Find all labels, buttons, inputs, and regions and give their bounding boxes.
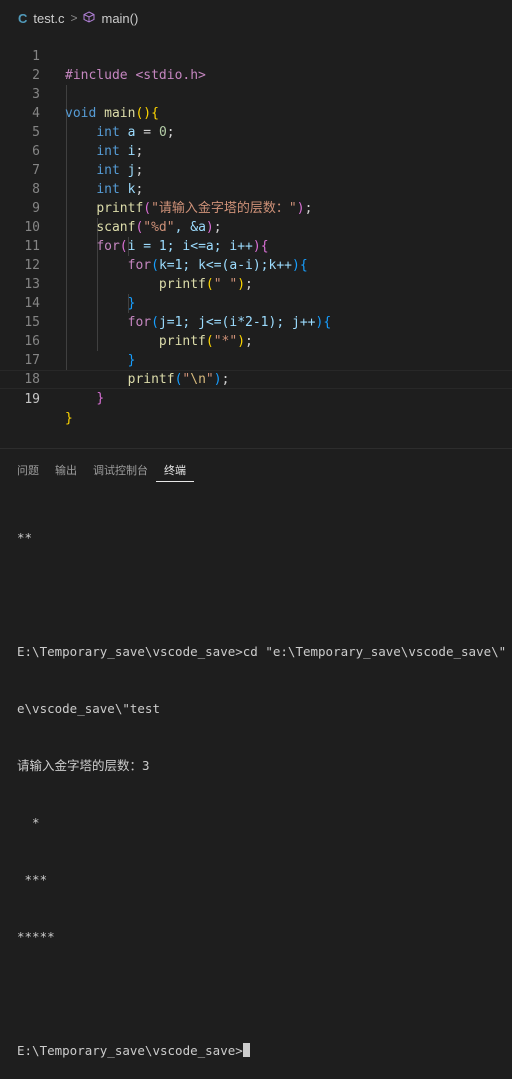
breadcrumb: C test.c > main() [0, 8, 138, 28]
terminal-line: ***** [17, 929, 55, 944]
code-line[interactable]: 10 for(i = 1; i<=a; i++){ [0, 199, 512, 254]
terminal-line: e\vscode_save\"test [17, 701, 160, 716]
code-line[interactable]: 5 int i; [0, 104, 512, 159]
code-line[interactable]: 4 int a = 0; [0, 85, 512, 140]
code-editor[interactable]: 1 #include <stdio.h> 2 3 void main(){ 4 … [0, 28, 512, 426]
c-file-icon: C [18, 10, 28, 26]
terminal-line: E:\Temporary_save\vscode_save>cd "e:\Tem… [17, 644, 512, 659]
code-line[interactable]: 11 for(k=1; k<=(a-i);k++){ [0, 218, 512, 273]
panel-tabs: 问题 输出 调试控制台 终端 [0, 461, 194, 483]
code-line[interactable]: 1 #include <stdio.h> [0, 28, 512, 83]
breadcrumb-separator: > [70, 11, 78, 25]
code-line[interactable]: 3 void main(){ [0, 66, 512, 121]
tab-terminal[interactable]: 终端 [156, 461, 194, 482]
terminal-line: ** [17, 530, 33, 545]
code-line[interactable]: 7 int k; [0, 142, 512, 197]
code-line-current[interactable]: 19 } [0, 370, 512, 426]
cube-icon [83, 10, 95, 26]
code-line[interactable]: 18 } [0, 351, 512, 406]
code-line[interactable]: 17 printf("\n"); [0, 332, 512, 387]
tab-debug-console[interactable]: 调试控制台 [85, 461, 156, 481]
code-line[interactable]: 14 for(j=1; j<=(i*2-1); j++){ [0, 275, 512, 330]
code-line[interactable]: 15 printf("*"); [0, 294, 512, 349]
code-line[interactable]: 16 } [0, 313, 512, 368]
terminal-line: ​ [17, 585, 512, 604]
terminal-cursor [242, 1043, 250, 1057]
line-number: 19 [24, 392, 40, 407]
code-line[interactable]: 12 printf(" "); [0, 237, 512, 292]
terminal[interactable]: ** ​ E:\Temporary_save\vscode_save>cd "e… [17, 490, 512, 1079]
terminal-prompt-line[interactable]: E:\Temporary_save\vscode_save> [17, 1041, 512, 1060]
code-line[interactable]: 6 int j; [0, 123, 512, 178]
terminal-line: ​ [17, 984, 512, 1003]
panel-divider [0, 448, 512, 449]
breadcrumb-symbol[interactable]: main() [101, 11, 138, 26]
code-line[interactable]: 2 [0, 47, 512, 83]
tab-output[interactable]: 输出 [47, 461, 85, 481]
terminal-line: 请输入金字塔的层数：3 [17, 758, 150, 773]
tab-problems[interactable]: 问题 [0, 461, 47, 481]
terminal-prompt: E:\Temporary_save\vscode_save> [17, 1043, 243, 1058]
code-line[interactable]: 9 scanf("%d", &a); [0, 180, 512, 235]
code-line[interactable]: 13 } [0, 256, 512, 311]
code-line[interactable]: 8 printf("请输入金字塔的层数："); [0, 161, 512, 216]
terminal-line: *** [17, 872, 48, 887]
breadcrumb-file[interactable]: test.c [33, 11, 64, 26]
terminal-line: * [17, 815, 40, 830]
